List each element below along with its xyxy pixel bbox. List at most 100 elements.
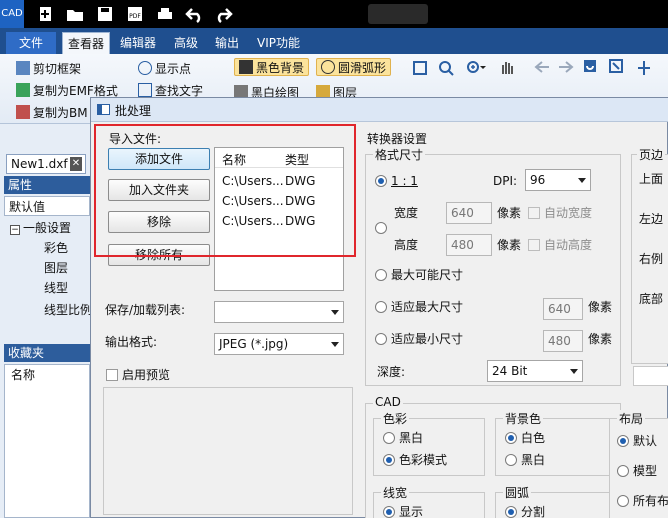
color-group-title: 色彩 [381, 410, 410, 427]
general-settings-row[interactable]: − 一般设置 [4, 218, 90, 238]
new-icon[interactable] [34, 3, 56, 25]
layout-default-radio[interactable] [617, 435, 629, 447]
fit-max-radio[interactable] [375, 301, 387, 313]
bmp-icon [16, 105, 30, 119]
property-row[interactable]: 线型 [4, 278, 90, 298]
zoom-extents-icon[interactable] [412, 60, 428, 76]
save-icon[interactable] [94, 3, 116, 25]
fit-min-radio[interactable] [375, 333, 387, 345]
height-input[interactable]: 480 [446, 234, 492, 256]
layout-model-radio[interactable] [617, 465, 629, 477]
color-mode-radio[interactable] [383, 454, 395, 466]
tab-editor[interactable]: 编辑器 [120, 32, 156, 54]
document-tab[interactable]: New1.dxf ✕ [6, 154, 86, 174]
column-name[interactable]: 名称 [222, 151, 246, 168]
arc-title: 圆弧 [503, 484, 532, 501]
preview-area [103, 387, 353, 515]
tab-advanced[interactable]: 高级 [174, 32, 198, 54]
print-icon[interactable] [154, 3, 176, 25]
collapse-icon[interactable]: − [10, 225, 20, 235]
margin-right-label: 右例 [639, 252, 664, 266]
white-bg-radio[interactable] [505, 432, 517, 444]
smooth-arc-button[interactable]: 圆滑弧形 [316, 58, 392, 76]
close-icon[interactable]: ✕ [70, 157, 82, 171]
margin-input[interactable] [633, 366, 668, 386]
black-bg-radio[interactable] [505, 454, 517, 466]
favorites-header: 收藏夹 [4, 344, 90, 362]
refresh-icon[interactable] [582, 58, 598, 74]
bw-color-radio[interactable] [383, 432, 395, 444]
max-size-label: 最大可能尺寸 [391, 268, 464, 282]
black-bg-label: 黑白 [521, 453, 546, 467]
app-logo: CAD [0, 0, 24, 28]
save-pdf-icon[interactable]: PDF [124, 3, 146, 25]
zoom-in-icon[interactable] [466, 60, 486, 76]
ratio-radio[interactable] [375, 175, 387, 187]
open-folder-icon[interactable] [64, 3, 86, 25]
arrow-right-icon[interactable] [558, 60, 574, 74]
file-row[interactable]: C:\Users... DWG [215, 172, 343, 192]
custom-size-radio[interactable] [375, 222, 387, 234]
enable-preview-checkbox[interactable] [106, 369, 118, 381]
default-value-select[interactable]: 默认值 [4, 196, 90, 216]
auto-height-checkbox[interactable] [528, 239, 540, 251]
layout-model-label: 模型 [633, 464, 658, 478]
emf-icon [16, 83, 30, 97]
depth-select[interactable]: 24 Bit [487, 360, 583, 382]
output-format-label: 输出格式: [105, 335, 158, 349]
linewidth-title: 线宽 [381, 484, 410, 501]
layout-default-label: 默认 [633, 434, 658, 448]
batch-dialog: 批处理 导入文件: 添加文件 加入文件夹 移除 移除所有 名称 类型 C:\Us… [90, 97, 668, 518]
favorites-list: 名称 [4, 364, 90, 518]
auto-width-checkbox[interactable] [528, 207, 540, 219]
width-label: 宽度 [394, 206, 419, 220]
find-text-icon [138, 83, 152, 97]
fit-max-input[interactable]: 640 [543, 298, 583, 320]
file-list[interactable]: 名称 类型 C:\Users... DWG C:\Users... DWG C:\U… [214, 147, 344, 291]
show-points-button[interactable]: 显示点 [138, 60, 191, 78]
cad-group-title: CAD [373, 395, 403, 409]
split-icon[interactable] [636, 60, 652, 76]
file-row[interactable]: C:\Users... DWG [215, 192, 343, 212]
output-format-select[interactable]: JPEG (*.jpg) [214, 333, 344, 355]
cut-frame-button[interactable]: 剪切框架 [16, 60, 81, 78]
depth-label: 深度: [377, 365, 406, 379]
height-label: 高度 [394, 238, 419, 252]
linewidth-show-radio[interactable] [383, 506, 395, 518]
property-row[interactable]: 彩色 [4, 238, 90, 258]
add-folder-button[interactable]: 加入文件夹 [108, 179, 210, 201]
tab-output[interactable]: 输出 [215, 32, 239, 54]
copy-bmp-button[interactable]: 复制为BM [16, 104, 88, 122]
undo-icon[interactable] [184, 3, 206, 25]
redo-icon[interactable] [212, 3, 234, 25]
save-load-list-select[interactable] [214, 301, 344, 323]
enable-preview-label: 启用预览 [122, 368, 171, 382]
tab-file[interactable]: 文件 [6, 32, 56, 54]
zoom-window-icon[interactable] [438, 60, 454, 76]
fit-min-input[interactable]: 480 [543, 330, 583, 352]
view-icon[interactable] [608, 58, 624, 74]
max-size-radio[interactable] [375, 269, 387, 281]
margin-title: 页边 [637, 146, 666, 163]
property-row[interactable]: 线型比例 [4, 300, 90, 320]
chevron-down-icon [331, 342, 339, 347]
tab-vip[interactable]: VIP功能 [257, 32, 300, 54]
remove-button[interactable]: 移除 [108, 211, 210, 233]
pan-hand-icon[interactable] [498, 58, 516, 76]
linewidth-show-label: 显示 [399, 505, 424, 518]
column-type[interactable]: 类型 [285, 151, 309, 168]
tab-viewer[interactable]: 查看器 [62, 32, 110, 54]
file-row[interactable]: C:\Users... DWG [215, 212, 343, 232]
layout-all-label: 所有布 [633, 494, 668, 508]
properties-header: 属性 [4, 176, 90, 194]
width-input[interactable]: 640 [446, 202, 492, 224]
black-background-button[interactable]: 黑色背景 [234, 58, 310, 76]
layout-all-radio[interactable] [617, 495, 629, 507]
property-row[interactable]: 图层 [4, 258, 90, 278]
add-file-button[interactable]: 添加文件 [108, 148, 210, 170]
remove-all-button[interactable]: 移除所有 [108, 244, 210, 266]
arrow-left-icon[interactable] [534, 60, 550, 74]
arc-segment-radio[interactable] [505, 506, 517, 518]
ribbon-tab-bar: 文件 查看器 编辑器 高级 输出 VIP功能 [0, 28, 668, 54]
dpi-select[interactable]: 96 [525, 169, 591, 191]
